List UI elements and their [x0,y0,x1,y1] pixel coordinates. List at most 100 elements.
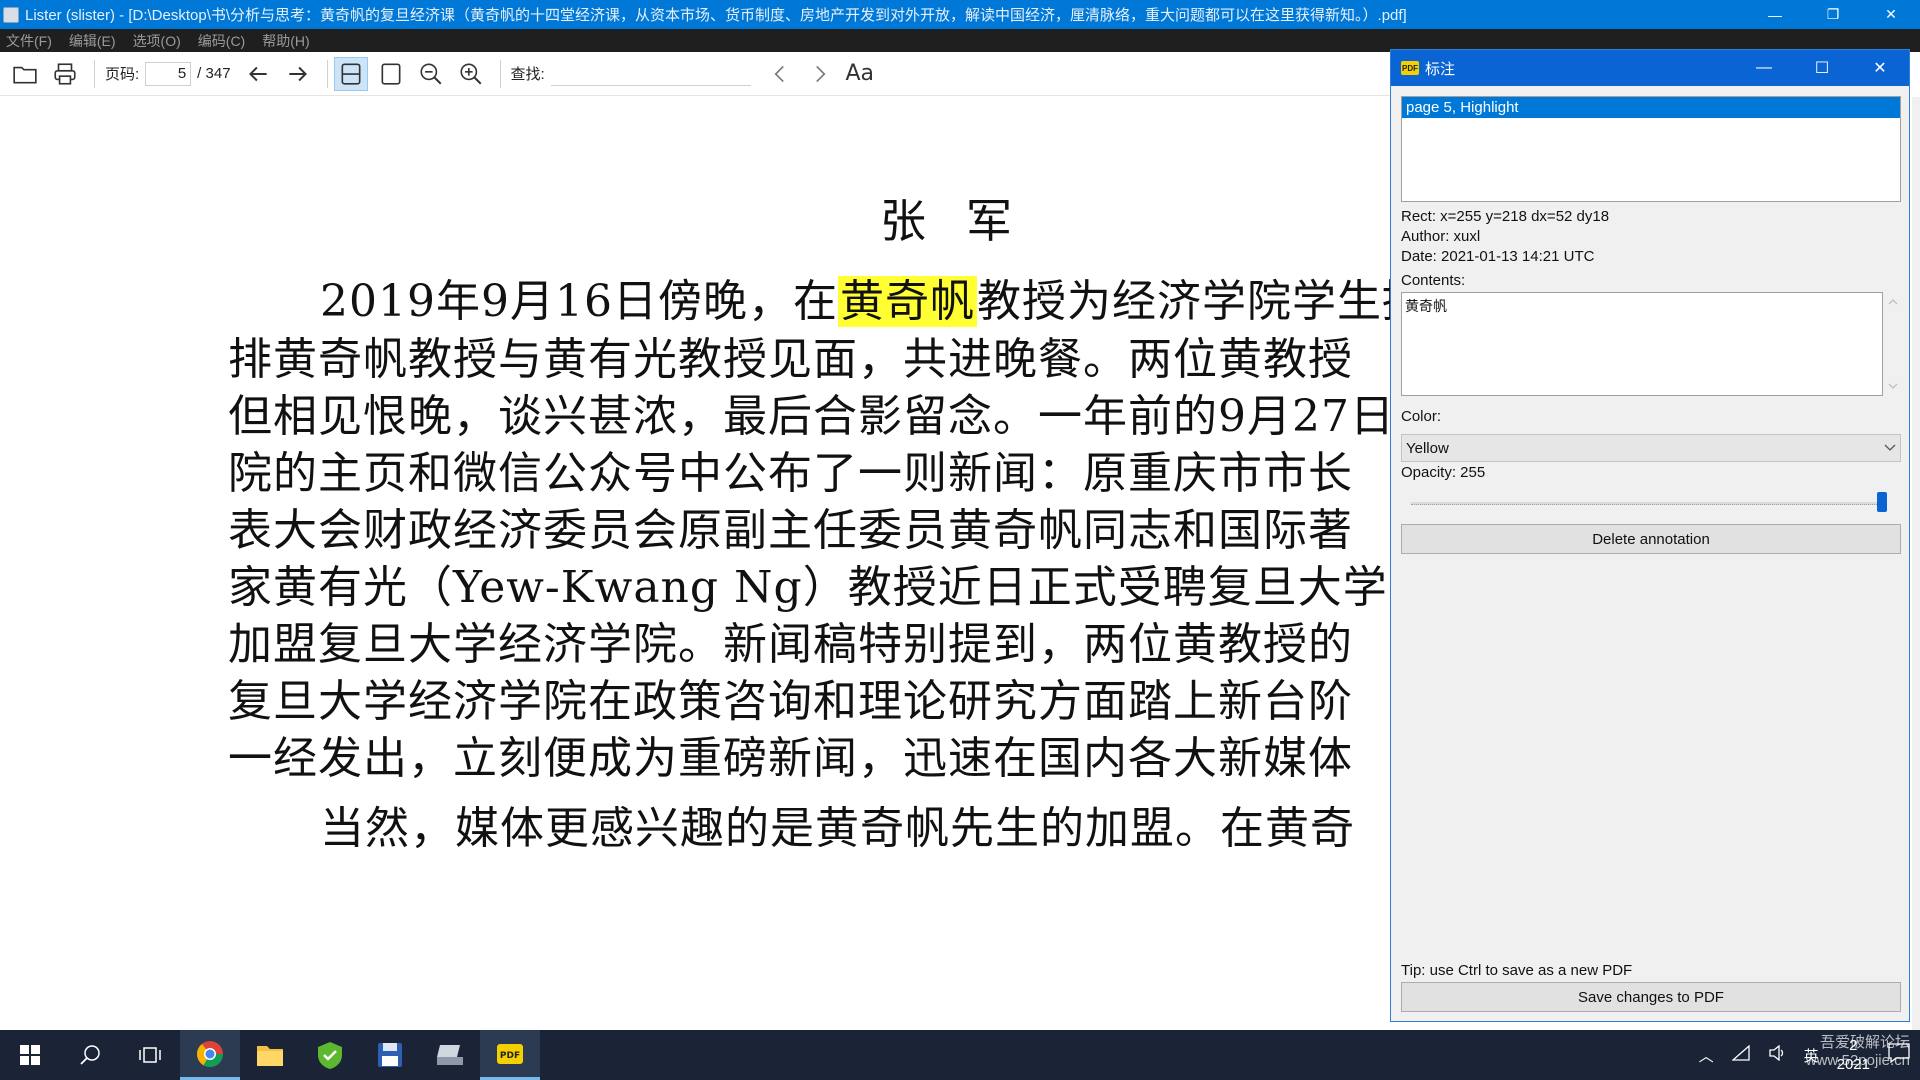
chevron-left-icon [774,65,784,82]
delete-annotation-button[interactable]: Delete annotation [1401,524,1901,554]
annotation-date: Date: 2021-01-13 14:21 UTC [1401,248,1595,265]
annotation-list-item[interactable]: page 5, Highlight [1402,97,1900,118]
search-button[interactable] [60,1030,120,1080]
menu-help[interactable]: 帮助(H) [262,31,309,51]
zoom-in-button[interactable] [454,57,488,91]
document-line: 表大会财政经济委员会原副主任委员黄奇帆同志和国际著 [228,494,1353,558]
continuous-view-button[interactable] [333,56,368,91]
zoom-out-icon [419,62,441,84]
document-line: 排黄奇帆教授与黄有光教授见面，共进晚餐。两位黄教授 [228,323,1353,387]
scroll-arrows-icon [1888,299,1898,389]
find-next-button[interactable] [803,57,837,91]
taskbar-save-app[interactable] [360,1030,420,1080]
scanner-icon [437,1045,463,1065]
color-label: Color: [1401,408,1442,425]
dialog-minimize-button[interactable]: — [1735,50,1793,86]
save-tip: Tip: use Ctrl to save as a new PDF [1401,962,1633,979]
previous-page-button[interactable] [241,57,275,91]
start-button[interactable] [0,1030,60,1080]
windows-logo-icon [20,1045,40,1065]
chevron-up-icon[interactable]: ︿ [1699,1045,1714,1066]
line-text: 2019年9月16日傍晚，在 [320,276,838,327]
page-label: 页码: [105,66,140,83]
menu-options[interactable]: 选项(O) [133,31,181,51]
color-select-value: Yellow [1406,439,1449,457]
dialog-titlebar: PDF 标注 — ☐ ✕ [1391,50,1909,86]
save-changes-button[interactable]: Save changes to PDF [1401,982,1901,1012]
single-page-icon [381,62,401,85]
taskbar-pdf-app[interactable]: PDF [480,1030,540,1080]
page-number-input[interactable] [145,61,192,86]
chrome-icon [196,1040,224,1067]
line-text: 一经发出，立刻便成为重磅新闻，迅速在国内各大新媒体 [228,733,1353,784]
system-tray: ︿ 英 2 2021 吾爱破解论坛 www.52pojie.cn [1699,1030,1920,1080]
close-button[interactable]: ✕ [1862,0,1920,29]
find-label: 查找: [510,66,545,83]
dialog-maximize-button[interactable]: ☐ [1793,50,1851,86]
line-text: 加盟复旦大学经济学院。新闻稿特别提到，两位黄教授的 [228,619,1353,670]
main-titlebar: Lister (slister) - [D:\Desktop\书\分析与思考：黄… [0,0,1920,29]
highlight-annotation[interactable]: 黄奇帆 [837,276,977,327]
annotation-rect: Rect: x=255 y=218 dx=52 dy18 [1401,208,1610,225]
contents-textarea[interactable]: 黄奇帆 [1401,292,1883,396]
line-text: 表大会财政经济委员会原副主任委员黄奇帆同志和国际著 [228,505,1353,556]
continuous-page-icon [341,62,361,85]
line-text: 但相见恨晚，谈兴甚浓，最后合影留念。一年前的9月27日 [228,391,1395,442]
print-button[interactable] [48,57,82,91]
document-line: 当然，媒体更感兴趣的是黄奇帆先生的加盟。在黄奇 [320,792,1355,856]
line-text: 教授为经济学院学生授 [976,276,1395,327]
document-line: 复旦大学经济学院在政策咨询和理论研究方面踏上新台阶 [228,665,1353,729]
minimize-button[interactable]: — [1746,0,1804,29]
taskbar-scanner-app[interactable] [420,1030,480,1080]
toolbar: 页码: / 347 查找: Aa [0,52,1400,96]
restore-button[interactable]: ❐ [1804,0,1862,29]
document-line: 但相见恨晚，谈兴甚浓，最后合影留念。一年前的9月27日 [228,380,1395,444]
toolbar-separator [499,59,501,88]
arrow-right-icon [288,66,307,81]
menu-encoding[interactable]: 编码(C) [198,31,245,51]
slider-thumb[interactable] [1877,492,1887,512]
chapter-author: 张军 [880,194,1052,248]
color-select[interactable]: Yellow [1401,434,1901,462]
open-folder-button[interactable] [8,57,42,91]
taskbar: PDF ︿ 英 2 2021 吾爱破解论坛 www.52pojie.cn [0,1030,1920,1080]
taskbar-chrome[interactable] [180,1030,240,1080]
taskbar-check-app[interactable] [300,1030,360,1080]
single-page-button[interactable] [374,57,408,91]
annotation-list[interactable]: page 5, Highlight [1401,96,1901,202]
pdf-icon: PDF [497,1043,523,1064]
line-text: 家黄有光（Yew-Kwang Ng）教授近日正式受聘复旦大学 [228,562,1388,613]
dialog-title: 标注 [1425,60,1456,78]
font-settings-button[interactable]: Aa [843,57,877,91]
menu-edit[interactable]: 编辑(E) [69,31,116,51]
contents-scrollbar[interactable] [1885,292,1901,396]
page-total: / 347 [197,65,231,82]
opacity-slider[interactable] [1411,492,1887,514]
svg-text:PDF: PDF [500,1051,520,1061]
document-line: 家黄有光（Yew-Kwang Ng）教授近日正式受聘复旦大学 [228,551,1388,615]
toolbar-separator [94,59,95,88]
next-page-button[interactable] [281,57,315,91]
zoom-out-button[interactable] [414,57,448,91]
search-icon [80,1045,100,1065]
contents-label: Contents: [1401,272,1466,289]
task-view-button[interactable] [120,1030,180,1080]
watermark: 吾爱破解论坛 www.52pojie.cn [1805,1034,1910,1069]
taskbar-file-explorer[interactable] [240,1030,300,1080]
volume-icon[interactable] [1768,1044,1786,1065]
find-previous-button[interactable] [763,57,797,91]
printer-icon [54,62,76,85]
dialog-close-button[interactable]: ✕ [1851,50,1909,86]
document-line: 一经发出，立刻便成为重磅新闻，迅速在国内各大新媒体 [228,722,1353,786]
document-scrollbar[interactable] [1912,97,1920,1030]
document-line: 加盟复旦大学经济学院。新闻稿特别提到，两位黄教授的 [228,608,1353,672]
document-view[interactable]: 张军 2019年9月16日傍晚，在黄奇帆教授为经济学院学生授 排黄奇帆教授与黄有光… [0,97,1395,1030]
network-icon[interactable] [1730,1044,1750,1065]
menu-file[interactable]: 文件(F) [6,31,52,51]
line-text: 当然，媒体更感兴趣的是黄奇帆先生的加盟。在黄奇 [320,803,1355,854]
find-input[interactable] [550,61,751,86]
toolbar-separator [326,59,328,88]
chevron-down-icon [1884,444,1896,451]
slider-track [1411,502,1887,505]
document-line: 2019年9月16日傍晚，在黄奇帆教授为经济学院学生授 [320,265,1395,329]
